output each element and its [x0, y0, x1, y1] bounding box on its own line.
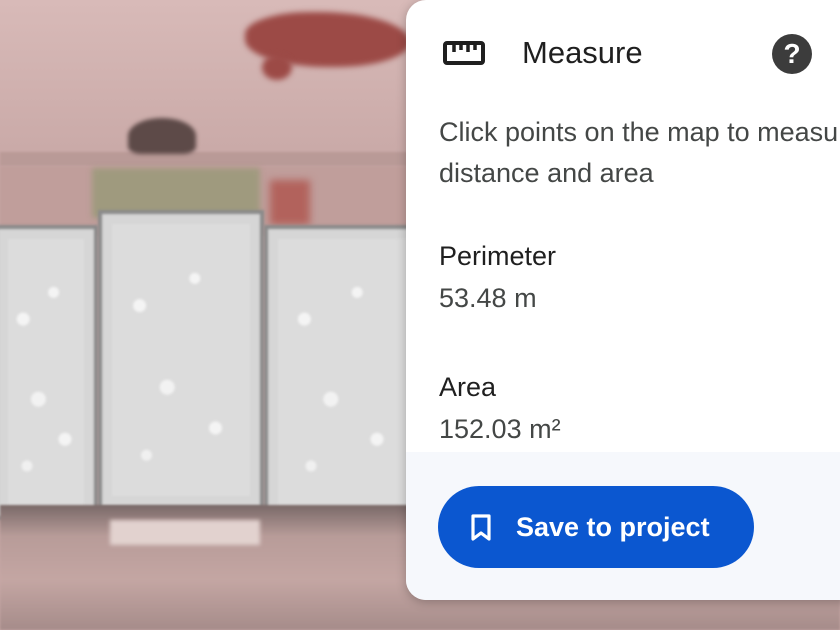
bookmark-icon [471, 514, 491, 541]
ruler-icon [443, 41, 485, 65]
panel-title: Measure [522, 35, 643, 70]
map-imagery-steps [110, 520, 260, 545]
map-imagery-patch [270, 180, 310, 225]
help-icon[interactable]: ? [772, 34, 812, 74]
map-imagery-building [264, 225, 424, 520]
panel-footer: Save to project [406, 452, 840, 600]
save-button-label: Save to project [516, 512, 710, 542]
instructions-text: Click points on the map to measure dista… [439, 117, 840, 188]
map-imagery-building [98, 210, 264, 510]
area-value: 152.03 m² [439, 414, 561, 444]
map-imagery-dome [128, 118, 196, 154]
map-imagery-building [0, 225, 98, 520]
perimeter-label: Perimeter [439, 241, 557, 271]
area-label: Area [439, 372, 497, 402]
map-imagery-stain [262, 55, 292, 80]
perimeter-value: 53.48 m [439, 283, 537, 313]
measure-panel: Measure ? Click points on the map to mea… [406, 0, 840, 600]
panel-header: Measure ? [406, 0, 840, 105]
save-to-project-button[interactable]: Save to project [438, 486, 754, 568]
